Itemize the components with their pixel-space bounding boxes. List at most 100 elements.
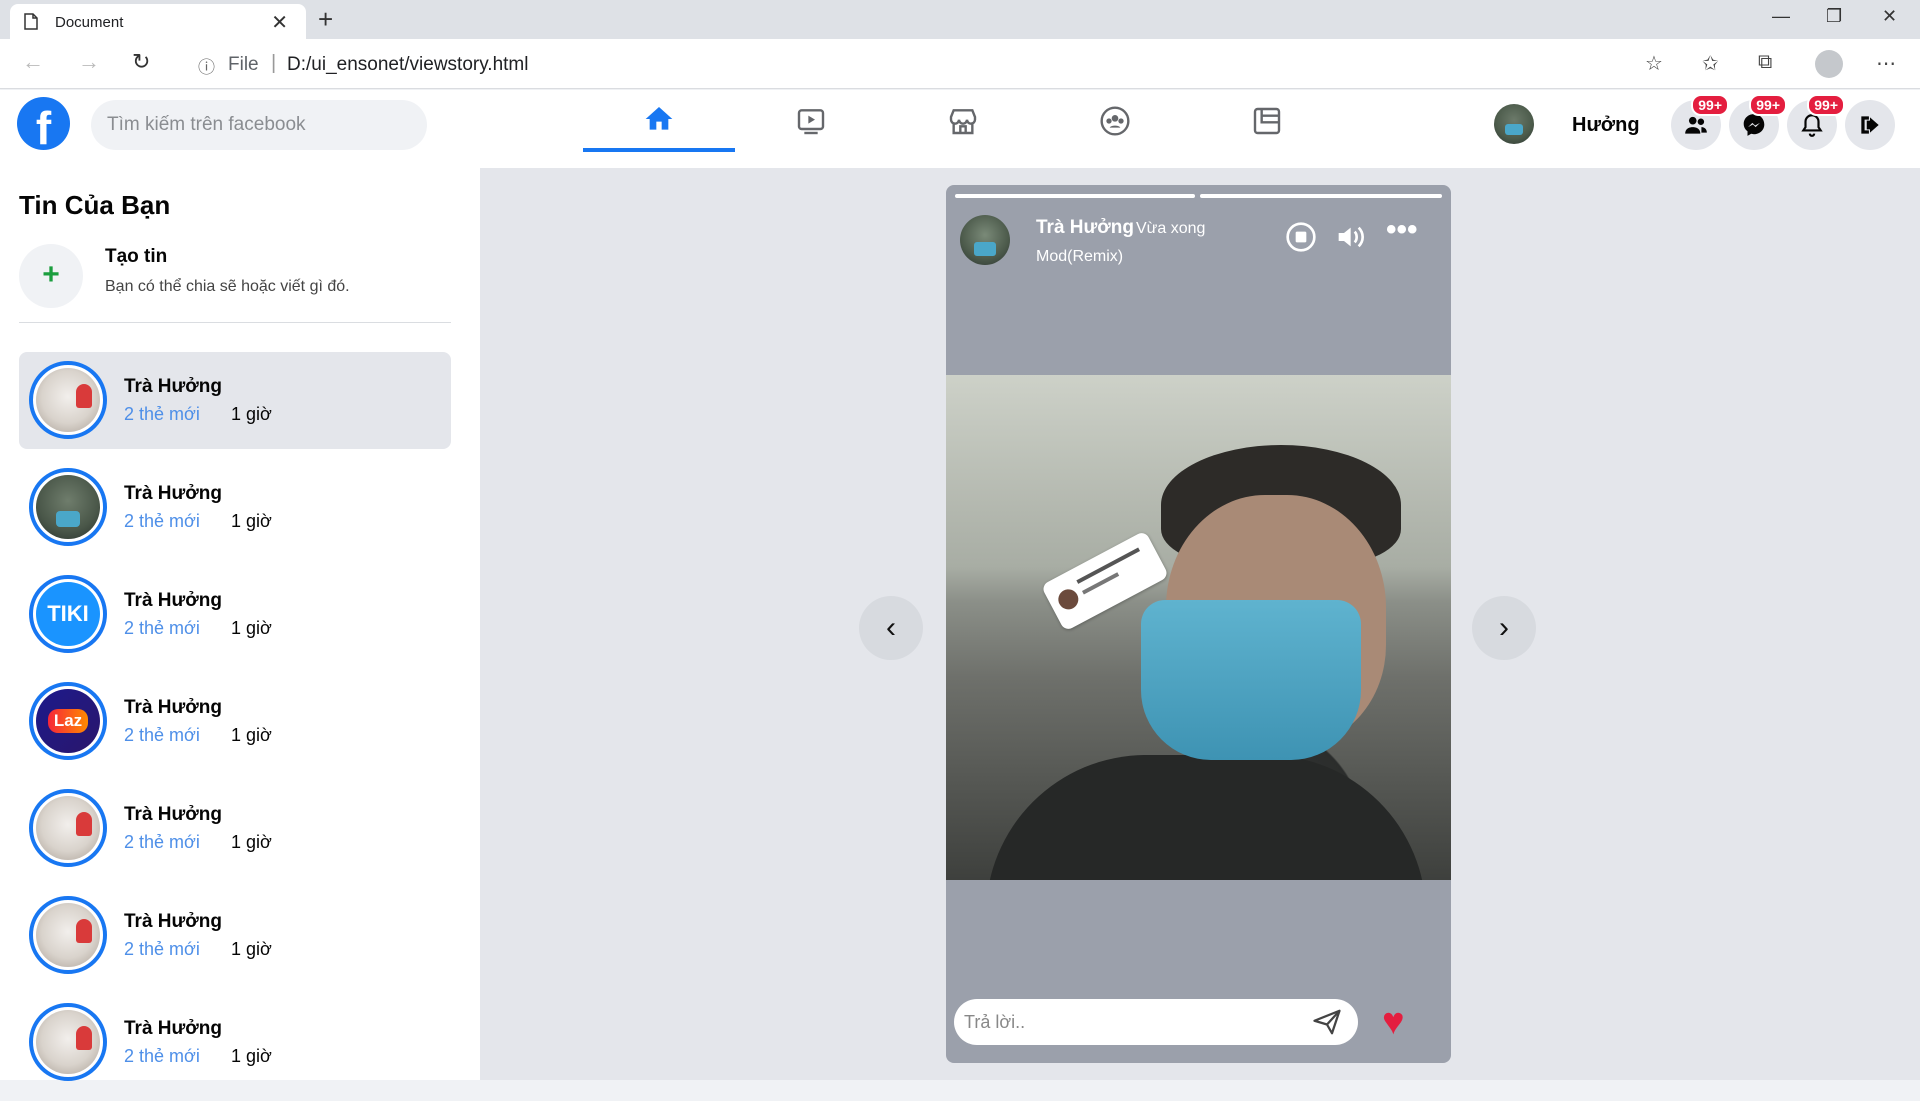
new-tab-icon[interactable]: + <box>318 4 333 35</box>
tab-groups[interactable] <box>1039 90 1191 152</box>
story-time: 1 giờ <box>231 1046 272 1066</box>
list-item[interactable]: Laz Trà Hưởng 2 thẻ mới 1 giờ <box>19 673 451 770</box>
list-item[interactable]: Trà Hưởng 2 thẻ mới 1 giờ <box>19 887 451 984</box>
story-list: Trà Hưởng 2 thẻ mới 1 giờ Trà Hưởng 2 th… <box>19 352 451 1101</box>
lazada-logo: Laz <box>36 689 100 753</box>
story-author: Trà Hưởng <box>124 483 222 504</box>
friends-badge: 99+ <box>1691 94 1729 116</box>
story-time: Vừa xong <box>1136 220 1206 237</box>
url-field[interactable]: ⓘ File | D:/ui_ensonet/viewstory.html <box>180 45 1680 83</box>
story-time: 1 giờ <box>231 832 272 852</box>
story-ring: TIKI <box>29 575 107 653</box>
avatar[interactable] <box>1494 104 1534 144</box>
story-photo <box>946 375 1451 880</box>
tab-marketplace[interactable] <box>887 90 1039 152</box>
tab-home[interactable] <box>583 90 735 152</box>
user-name[interactable]: Hưởng <box>1572 114 1640 137</box>
home-icon <box>645 107 673 130</box>
list-item[interactable]: Trà Hưởng 2 thẻ mới 1 giờ <box>19 780 451 877</box>
story-time: 1 giờ <box>231 725 272 745</box>
story-author: Trà Hưởng <box>124 697 222 718</box>
create-story-subtitle: Bạn có thể chia sẽ hoặc viết gì đó. <box>105 278 350 295</box>
story-author: Trà Hưởng <box>124 1018 222 1039</box>
plus-icon: + <box>19 244 83 308</box>
chevron-left-icon: ‹ <box>886 611 896 644</box>
url-separator: | <box>271 52 277 74</box>
restore-icon[interactable]: ❐ <box>1826 6 1842 27</box>
story-author: Trà Hưởng <box>124 911 222 932</box>
minimize-icon[interactable]: — <box>1772 6 1790 27</box>
reply-input[interactable] <box>954 999 1304 1045</box>
story-time: 1 giờ <box>231 511 272 531</box>
story-ring <box>29 896 107 974</box>
gaming-icon <box>1253 107 1281 135</box>
browser-profile-icon[interactable] <box>1815 50 1843 78</box>
pause-icon[interactable] <box>1285 221 1317 258</box>
story-time: 1 giờ <box>231 939 272 959</box>
list-item[interactable]: Trà Hưởng 2 thẻ mới 1 giờ <box>19 994 451 1091</box>
back-icon[interactable]: ← <box>22 49 44 75</box>
info-icon[interactable]: ⓘ <box>198 53 215 78</box>
marketplace-icon <box>949 109 977 135</box>
volume-icon[interactable] <box>1334 221 1370 258</box>
story-author: Trà Hưởng <box>124 804 222 825</box>
next-story-button[interactable]: › <box>1472 596 1536 660</box>
reply-box <box>954 999 1358 1045</box>
tab-gaming[interactable] <box>1191 90 1343 152</box>
story-new-count: 2 thẻ mới <box>124 618 200 638</box>
story-viewer: ‹ › Trà Hưởng Vừa xong Mod(Remix) ••• Tr… <box>480 168 1920 1080</box>
avatar[interactable] <box>960 215 1010 265</box>
avatar <box>36 903 100 967</box>
close-window-icon[interactable]: ✕ <box>1882 6 1897 27</box>
heart-icon[interactable]: ♥ <box>1382 1001 1405 1044</box>
facebook-logo-icon[interactable]: f <box>17 97 70 150</box>
close-tab-icon[interactable]: ✕ <box>271 10 288 35</box>
story-ring <box>29 789 107 867</box>
avatar <box>36 475 100 539</box>
story-ring <box>29 361 107 439</box>
messenger-button[interactable]: 99+ <box>1729 94 1787 150</box>
story-author: Trà Hưởng <box>124 376 222 397</box>
story-new-count: 2 thẻ mới <box>124 725 200 745</box>
friends-button[interactable]: 99+ <box>1671 94 1729 150</box>
story-new-count: 2 thẻ mới <box>124 832 200 852</box>
search-input[interactable] <box>91 100 427 150</box>
tab-title: Document <box>55 14 124 31</box>
avatar <box>36 368 100 432</box>
story-ring <box>29 1003 107 1081</box>
collections-icon[interactable]: ⧉ <box>1758 51 1772 74</box>
video-icon <box>797 109 825 135</box>
create-story-title: Tạo tin <box>105 246 168 267</box>
lazada-logo-text: Laz <box>47 709 89 733</box>
story-new-count: 2 thẻ mới <box>124 511 200 531</box>
story-progress-segment <box>955 194 1195 198</box>
messenger-badge: 99+ <box>1749 94 1787 116</box>
create-story-button[interactable]: + Tạo tin Bạn có thể chia sẽ hoặc viết g… <box>19 240 451 320</box>
story-new-count: 2 thẻ mới <box>124 1046 200 1066</box>
browser-tab[interactable]: Document ✕ <box>10 4 306 39</box>
story-author[interactable]: Trà Hưởng <box>1036 217 1134 239</box>
more-menu-icon[interactable]: ⋯ <box>1876 51 1896 76</box>
list-item[interactable]: Trà Hưởng 2 thẻ mới 1 giờ <box>19 459 451 556</box>
story-new-count: 2 thẻ mới <box>124 939 200 959</box>
document-icon <box>24 13 38 30</box>
list-item[interactable]: TIKI Trà Hưởng 2 thẻ mới 1 giờ <box>19 566 451 663</box>
tab-video[interactable] <box>735 90 887 152</box>
avatar <box>36 1010 100 1074</box>
send-icon[interactable] <box>1312 1007 1342 1042</box>
browser-tab-strip: Document ✕ + — ❐ ✕ <box>0 0 1920 39</box>
forward-icon[interactable]: → <box>78 49 100 75</box>
reload-icon[interactable]: ↻ <box>132 49 150 75</box>
logout-button[interactable] <box>1845 100 1895 150</box>
divider <box>19 322 451 323</box>
avatar <box>36 796 100 860</box>
add-favorite-icon[interactable]: ☆ <box>1645 51 1663 76</box>
list-item[interactable]: Trà Hưởng 2 thẻ mới 1 giờ <box>19 352 451 449</box>
favorites-icon[interactable]: ✩ <box>1702 51 1719 76</box>
url-scheme: File <box>228 54 259 75</box>
notifications-button[interactable]: 99+ <box>1787 94 1845 150</box>
previous-story-button[interactable]: ‹ <box>859 596 923 660</box>
story-author: Trà Hưởng <box>124 590 222 611</box>
logout-icon <box>1861 116 1879 134</box>
more-options-icon[interactable]: ••• <box>1386 213 1418 247</box>
